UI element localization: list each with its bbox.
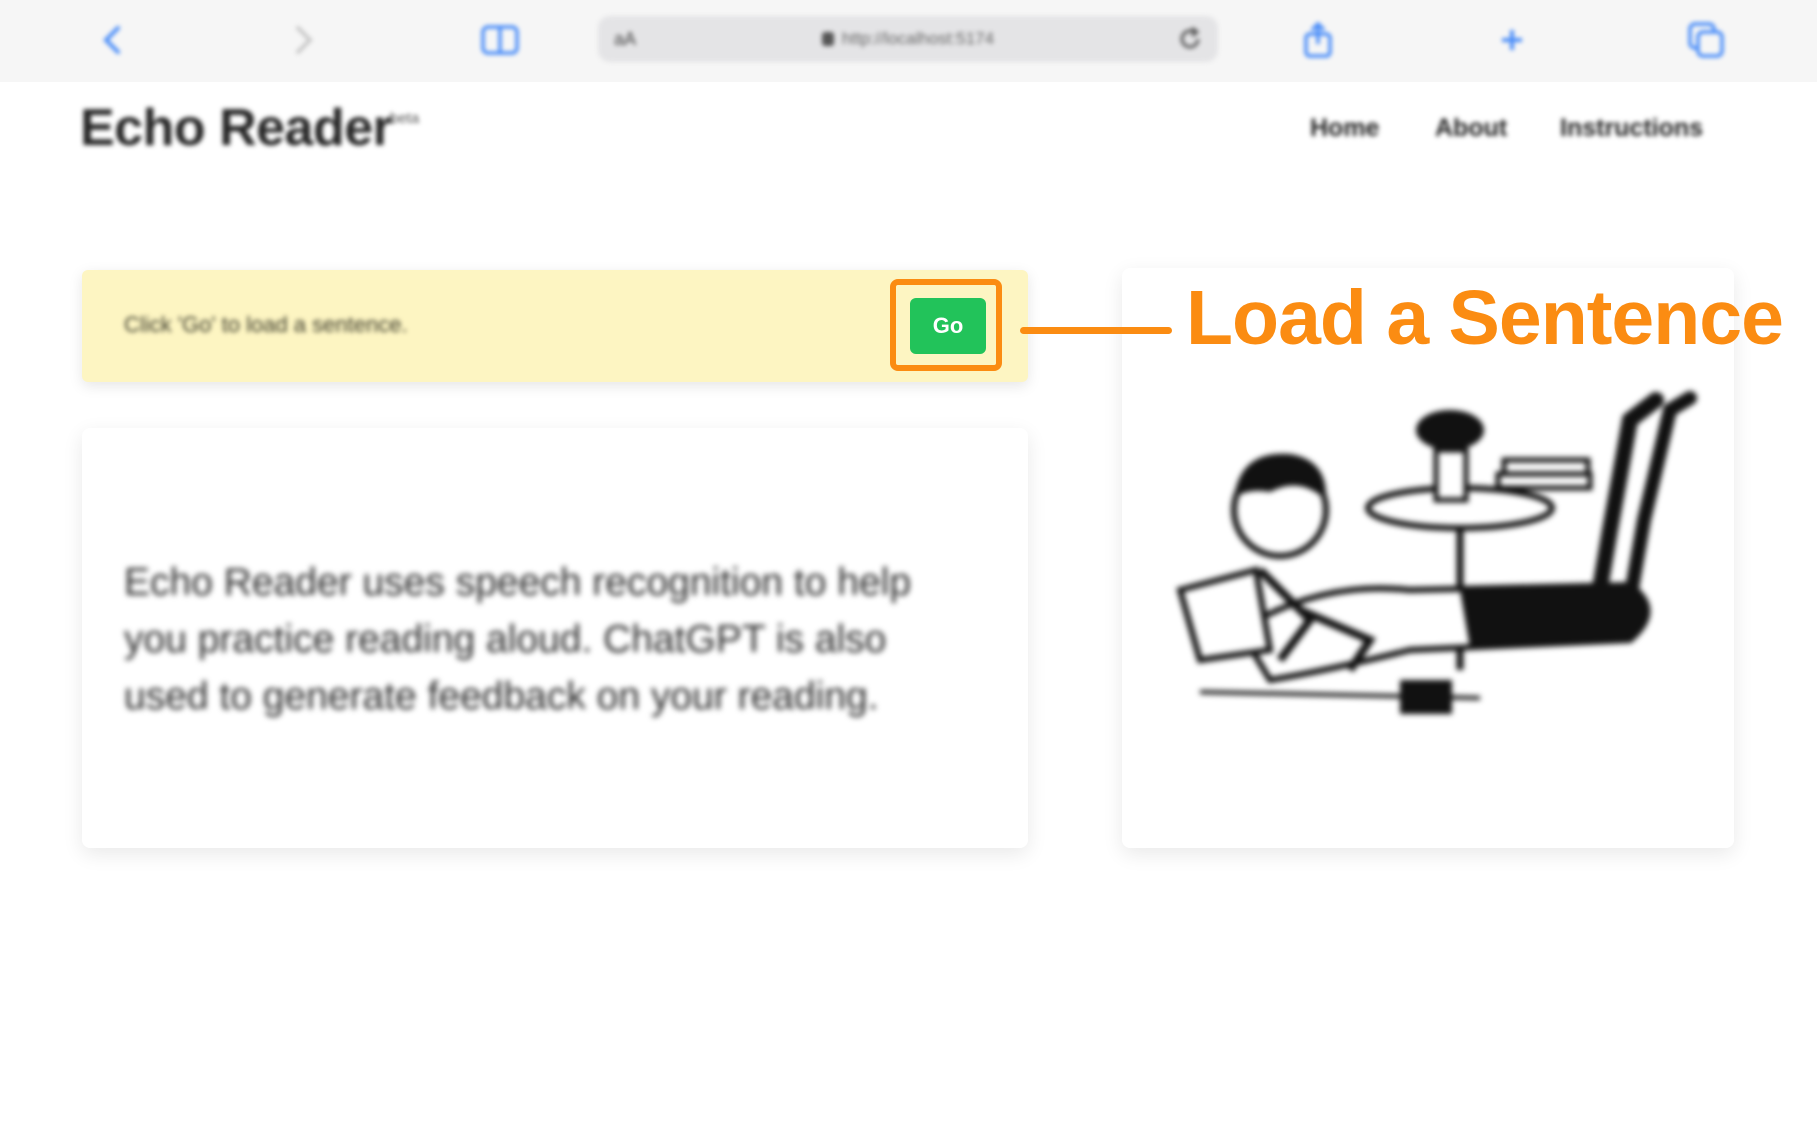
back-icon[interactable] (88, 16, 136, 64)
nav-home[interactable]: Home (1310, 114, 1379, 143)
beta-badge: beta (390, 110, 420, 127)
woman-reading-illustration (1176, 391, 1697, 714)
sidebar-icon[interactable] (476, 16, 524, 64)
site-brand[interactable]: Echo Reader (80, 98, 393, 158)
nav-about[interactable]: About (1435, 114, 1507, 143)
reload-icon[interactable] (1174, 23, 1206, 55)
url-value: http://localhost:5174 (841, 29, 995, 48)
tabs-icon[interactable] (1682, 16, 1730, 64)
forward-icon[interactable] (280, 16, 328, 64)
go-button[interactable]: Go (910, 298, 986, 354)
callout-label: Load a Sentence (1186, 275, 1784, 361)
sentence-notice-card: Click 'Go' to load a sentence. (82, 270, 1028, 382)
share-icon[interactable] (1294, 16, 1342, 64)
address-bar[interactable]: aA http://localhost:5174 (598, 16, 1218, 62)
browser-toolbar: aA http://localhost:5174 (0, 0, 1817, 82)
lock-icon (821, 32, 834, 46)
page: aA http://localhost:5174 Echo Reader bet… (0, 0, 1817, 1136)
url-text: http://localhost:5174 (598, 29, 1218, 49)
new-tab-icon[interactable] (1488, 16, 1536, 64)
info-card: Echo Reader uses speech recognition to h… (82, 428, 1028, 848)
info-text: Echo Reader uses speech recognition to h… (124, 561, 912, 718)
notice-text: Click 'Go' to load a sentence. (124, 312, 408, 337)
nav-instructions[interactable]: Instructions (1560, 114, 1703, 143)
callout-connector (1020, 327, 1172, 334)
